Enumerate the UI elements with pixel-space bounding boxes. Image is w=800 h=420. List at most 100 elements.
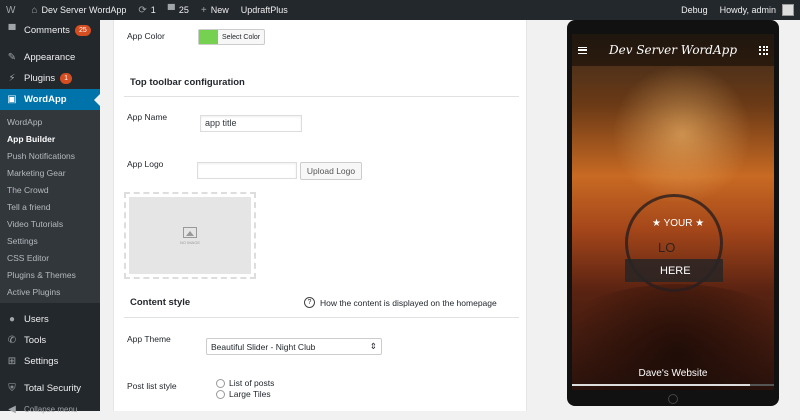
home-button[interactable] xyxy=(668,394,678,404)
wrench-icon: ✆ xyxy=(7,335,17,346)
slider-progress xyxy=(572,384,774,386)
account-menu[interactable]: Howdy, admin xyxy=(714,0,800,20)
logo-lo-text: LO xyxy=(658,240,676,255)
logo-preview-box[interactable]: NO IMAGE xyxy=(124,192,256,279)
sidebar-item-plugins[interactable]: ⚡ Plugins 1 xyxy=(0,68,100,89)
logo-here-text: HERE xyxy=(660,265,691,277)
select-color-label: Select Color xyxy=(222,33,261,41)
app-theme-label: App Theme xyxy=(127,334,171,344)
color-swatch xyxy=(199,30,218,44)
app-logo-label: App Logo xyxy=(127,159,164,169)
site-name-text: Dev Server WordApp xyxy=(41,5,127,15)
logo-placeholder: NO IMAGE xyxy=(129,197,251,274)
sidebar-item-appearance[interactable]: ✎ Appearance xyxy=(0,47,100,68)
plugins-badge: 1 xyxy=(60,73,73,84)
debug-link[interactable]: Debug xyxy=(675,0,714,20)
sidebar-item-total-security[interactable]: ⛨ Total Security xyxy=(0,378,100,399)
sidebar-item-comments[interactable]: ▀ Comments 25 xyxy=(0,20,100,41)
app-preview-screen: Dev Server WordApp ★ YOUR ★ LO HERE Dave… xyxy=(572,34,774,390)
hamburger-menu-icon[interactable] xyxy=(578,46,587,54)
avatar xyxy=(782,4,794,16)
wordapp-icon: ▣ xyxy=(7,94,17,105)
divider xyxy=(124,317,519,318)
app-name-input[interactable]: app title xyxy=(200,115,302,132)
comments-badge: 25 xyxy=(74,25,91,36)
updates-link[interactable]: ⟳ 1 xyxy=(132,0,161,20)
grid-menu-icon[interactable] xyxy=(759,45,768,55)
logo-your-text: ★ YOUR ★ xyxy=(652,218,705,229)
comment-icon: ▀ xyxy=(167,4,175,16)
content-help-text: How the content is displayed on the home… xyxy=(320,297,497,308)
sidebar-item-label: WordApp xyxy=(24,94,67,105)
app-title: Dev Server WordApp xyxy=(609,43,737,57)
app-theme-select[interactable]: Beautiful Slider - Night Club ⇕ xyxy=(206,338,382,355)
howdy-label: Howdy, admin xyxy=(719,5,776,15)
collapse-menu-button[interactable]: ◀ Collapse menu xyxy=(0,399,100,420)
site-name: Dave's Website xyxy=(638,368,708,379)
radio-button[interactable] xyxy=(216,378,225,388)
settings-icon: ⊞ xyxy=(7,356,17,367)
app-name-label: App Name xyxy=(127,112,168,122)
slider-progress-fill xyxy=(572,384,750,386)
sidebar-item-label: Appearance xyxy=(24,52,76,63)
app-builder-panel: App Color Select Color Top toolbar confi… xyxy=(113,20,527,411)
radio-label: Large Tiles xyxy=(229,389,271,399)
collapse-icon: ◀ xyxy=(8,404,16,415)
app-toolbar: Dev Server WordApp xyxy=(572,34,774,66)
sidebar-item-label: Comments xyxy=(24,25,70,36)
site-name-link[interactable]: ⌂ Dev Server WordApp xyxy=(25,0,132,20)
submenu-item-plugins-themes[interactable]: Plugins & Themes xyxy=(0,266,100,283)
sidebar-item-settings[interactable]: ⊞ Settings xyxy=(0,351,100,372)
submenu-item-tell-a-friend[interactable]: Tell a friend xyxy=(0,198,100,215)
submenu-item-css-editor[interactable]: CSS Editor xyxy=(0,249,100,266)
phone-preview: Dev Server WordApp ★ YOUR ★ LO HERE Dave… xyxy=(567,20,779,406)
new-content-link[interactable]: + New xyxy=(195,0,235,20)
radio-list-of-posts[interactable]: List of posts xyxy=(216,378,274,388)
sidebar-item-label: Users xyxy=(24,314,49,325)
radio-label: List of posts xyxy=(229,378,275,388)
home-icon: ⌂ xyxy=(31,4,38,16)
select-arrows-icon: ⇕ xyxy=(369,341,377,351)
sidebar-item-label: Settings xyxy=(24,356,59,367)
stage-light xyxy=(612,64,752,204)
new-label: New xyxy=(210,5,229,15)
sidebar-item-label: Tools xyxy=(24,335,47,346)
sidebar-item-users[interactable]: ● Users xyxy=(0,309,100,330)
wordapp-submenu: WordApp App Builder Push Notifications M… xyxy=(0,110,100,303)
submenu-item-app-builder[interactable]: App Builder xyxy=(0,130,100,147)
radio-button[interactable] xyxy=(216,389,225,399)
submenu-item-the-crowd[interactable]: The Crowd xyxy=(0,181,100,198)
submenu-item-settings[interactable]: Settings xyxy=(0,232,100,249)
updates-count: 1 xyxy=(150,5,156,15)
divider xyxy=(124,96,519,97)
collapse-menu-label: Collapse menu xyxy=(24,405,78,414)
plus-icon: + xyxy=(200,4,207,16)
plug-icon: ⚡ xyxy=(8,73,16,84)
admin-bar: W ⌂ Dev Server WordApp ⟳ 1 ▀ 25 + New Updraf… xyxy=(0,0,800,20)
submenu-item-active-plugins[interactable]: Active Plugins xyxy=(0,283,100,300)
comments-link[interactable]: ▀ 25 xyxy=(162,0,195,20)
sidebar-item-wordapp[interactable]: ▣ WordApp xyxy=(0,89,100,110)
sidebar-item-label: Total Security xyxy=(24,383,82,394)
help-icon[interactable]: ? xyxy=(304,297,315,308)
updraftplus-link[interactable]: UpdraftPlus xyxy=(235,0,294,20)
content-section-title: Content style xyxy=(130,297,191,308)
debug-label: Debug xyxy=(681,5,708,15)
refresh-icon: ⟳ xyxy=(138,4,147,16)
post-list-label: Post list style xyxy=(127,381,177,391)
sidebar-item-tools[interactable]: ✆ Tools xyxy=(0,330,100,351)
submenu-item-video-tutorials[interactable]: Video Tutorials xyxy=(0,215,100,232)
app-theme-value: Beautiful Slider - Night Club xyxy=(211,341,316,352)
radio-large-tiles[interactable]: Large Tiles xyxy=(216,389,271,399)
submenu-item-push-notifications[interactable]: Push Notifications xyxy=(0,147,100,164)
wordpress-logo-icon[interactable]: W xyxy=(0,0,25,20)
image-icon xyxy=(183,226,197,238)
app-logo-input[interactable] xyxy=(197,162,297,179)
content-help: ? How the content is displayed on the ho… xyxy=(304,297,497,308)
upload-logo-button[interactable]: Upload Logo xyxy=(300,162,362,180)
submenu-item-wordapp[interactable]: WordApp xyxy=(0,113,100,130)
submenu-item-marketing-gear[interactable]: Marketing Gear xyxy=(0,164,100,181)
users-icon: ● xyxy=(8,314,16,325)
admin-sidebar: ▀ Comments 25 ✎ Appearance ⚡ Plugins 1 ▣… xyxy=(0,20,100,415)
select-color-button[interactable]: Select Color xyxy=(198,29,265,45)
